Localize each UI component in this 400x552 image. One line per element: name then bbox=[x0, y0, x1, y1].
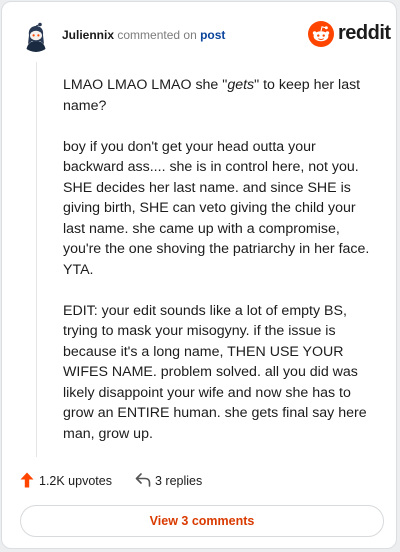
comment-paragraph-3: EDIT: your edit sounds like a lot of emp… bbox=[63, 302, 367, 442]
upvote-count: 1.2K upvotes bbox=[39, 474, 112, 488]
comment-paragraph-2: boy if you don't get your head outta you… bbox=[63, 138, 370, 278]
comment-header: Juliennix commented on post reddit bbox=[20, 16, 391, 56]
username-link[interactable]: Juliennix bbox=[62, 28, 114, 42]
reddit-logo-icon bbox=[308, 21, 334, 47]
upvote-arrow-icon bbox=[20, 472, 34, 488]
upvote-button[interactable]: 1.2K upvotes bbox=[20, 472, 120, 490]
user-avatar[interactable] bbox=[20, 20, 52, 52]
comment-paragraph-1: LMAO LMAO LMAO she "gets" to keep her la… bbox=[63, 77, 361, 114]
view-comments-button[interactable]: View 3 comments bbox=[20, 505, 384, 537]
thread-line[interactable] bbox=[36, 62, 37, 457]
comment-meta: Juliennix commented on post bbox=[62, 28, 225, 42]
action-text: commented on bbox=[117, 28, 197, 42]
comment-body: LMAO LMAO LMAO she "gets" to keep her la… bbox=[63, 75, 379, 465]
comment-actions: 1.2K upvotes 3 replies bbox=[20, 470, 378, 492]
reddit-brand[interactable]: reddit bbox=[308, 21, 391, 47]
avatar-snoo-icon bbox=[20, 20, 52, 52]
comment-card: Juliennix commented on post reddit LMAO … bbox=[1, 1, 397, 549]
post-link[interactable]: post bbox=[200, 28, 225, 42]
reply-count: 3 replies bbox=[155, 474, 203, 488]
replies-button[interactable]: 3 replies bbox=[135, 472, 225, 490]
emphasized-word: gets bbox=[227, 77, 255, 93]
reply-arrow-icon bbox=[135, 473, 151, 487]
reddit-wordmark: reddit bbox=[338, 22, 391, 44]
